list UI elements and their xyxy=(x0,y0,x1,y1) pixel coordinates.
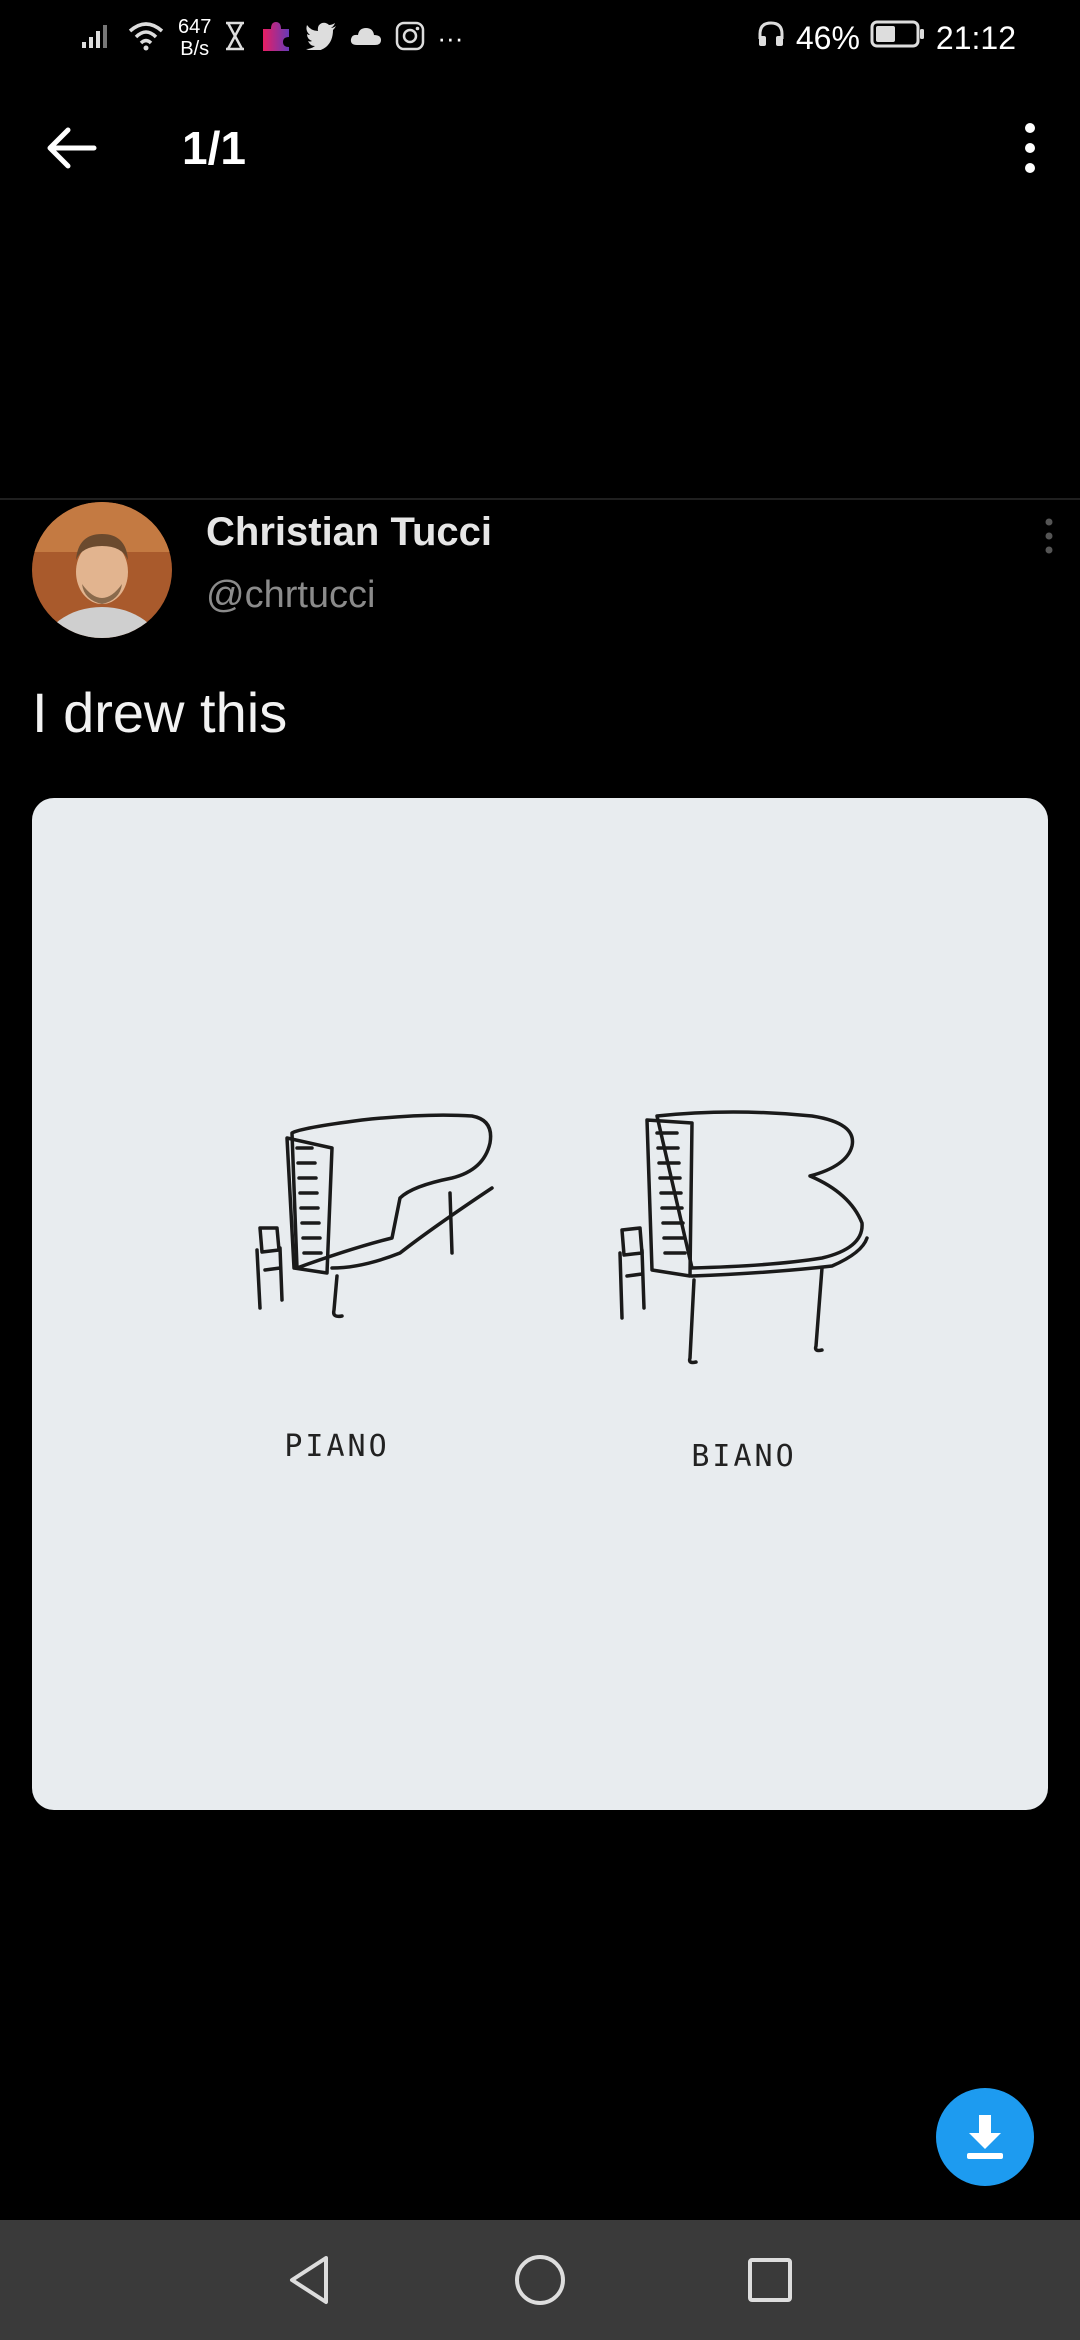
vertical-dots-icon xyxy=(1025,123,1035,173)
more-options-button[interactable] xyxy=(1010,120,1050,176)
piano-drawing: PIANO BIANO xyxy=(255,1110,869,1474)
nav-home-button[interactable] xyxy=(510,2250,570,2310)
system-navigation-bar xyxy=(0,2220,1080,2340)
tweet-text: I drew this xyxy=(32,681,288,744)
network-speed: 647 B/s xyxy=(178,16,211,60)
download-button[interactable] xyxy=(936,2088,1034,2186)
status-bar: 647 B/s ··· 46% 21:12 xyxy=(0,0,1080,76)
battery-icon xyxy=(870,19,926,57)
arrow-left-icon xyxy=(47,127,97,169)
hourglass-icon xyxy=(223,21,247,56)
signal-icon xyxy=(80,22,114,55)
status-right: 46% 21:12 xyxy=(756,10,1016,66)
page-counter: 1/1 xyxy=(182,122,246,174)
square-recents-icon xyxy=(748,2258,792,2302)
download-icon xyxy=(967,2115,1003,2159)
biano-label: BIANO xyxy=(691,1439,796,1474)
circle-home-icon xyxy=(515,2255,565,2305)
wifi-icon xyxy=(126,21,166,56)
triangle-back-icon xyxy=(290,2256,328,2304)
battery-percent: 46% xyxy=(795,19,860,56)
nav-recents-button[interactable] xyxy=(740,2250,800,2310)
divider xyxy=(0,498,1080,500)
network-speed-value: 647 xyxy=(178,16,212,38)
clock: 21:12 xyxy=(935,19,1016,56)
nav-back-button[interactable] xyxy=(280,2250,340,2310)
back-button[interactable] xyxy=(44,122,100,174)
twitter-icon xyxy=(305,22,337,55)
app-bar: 1/1 xyxy=(0,110,1080,186)
avatar xyxy=(32,502,172,638)
more-notifications-icon: ··· xyxy=(437,22,464,53)
instagram-icon xyxy=(395,21,425,56)
network-speed-unit: B/s xyxy=(180,38,210,60)
tweet-author-handle: @chrtucci xyxy=(206,574,376,616)
status-left: 647 B/s ··· xyxy=(80,10,463,66)
tweet-more-icon xyxy=(1034,516,1064,556)
piano-label: PIANO xyxy=(284,1429,389,1464)
puzzle-icon xyxy=(259,19,293,58)
tweet-photo: PIANO BIANO xyxy=(32,798,1048,1810)
tweet-author-name: Christian Tucci xyxy=(206,510,492,554)
headphones-icon xyxy=(756,19,786,57)
cloud-icon xyxy=(349,25,383,52)
